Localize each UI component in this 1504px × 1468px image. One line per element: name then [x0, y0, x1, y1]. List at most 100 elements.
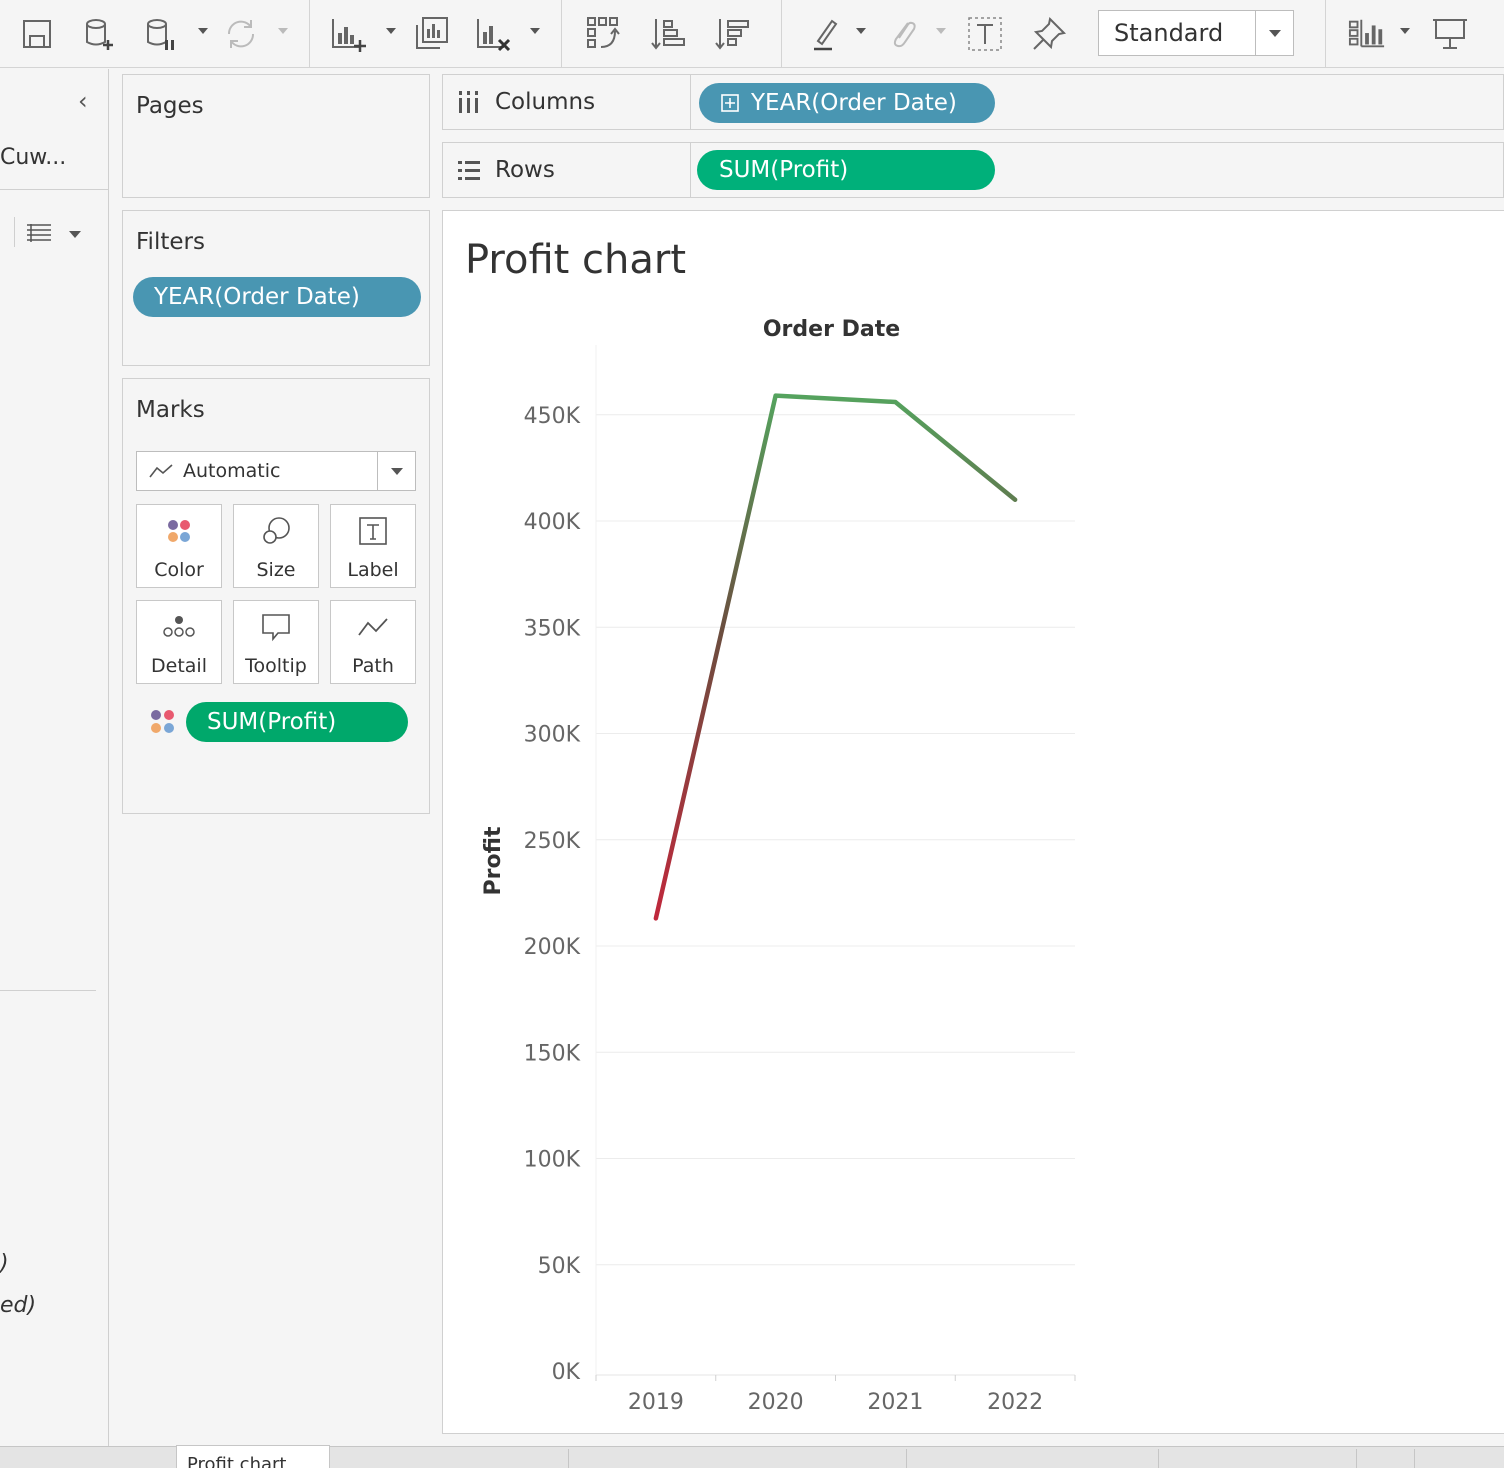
pane-divider — [0, 189, 108, 190]
toolbar-divider — [781, 0, 782, 68]
rows-pill-label: SUM(Profit) — [719, 157, 849, 183]
rows-pill-sum-profit[interactable]: SUM(Profit) — [697, 150, 995, 190]
path-button[interactable]: Path — [330, 600, 416, 684]
new-data-source-icon[interactable] — [81, 14, 119, 54]
tab-divider — [906, 1449, 907, 1468]
refresh-dropdown-caret[interactable] — [278, 28, 288, 34]
y-tick-label: 350K — [524, 616, 581, 641]
tab-divider — [568, 1449, 569, 1468]
rows-shelf-label-wrap: Rows — [443, 143, 691, 197]
y-tick-label: 100K — [524, 1148, 581, 1173]
filter-pill-label: YEAR(Order Date) — [154, 284, 360, 310]
pane-divider — [0, 990, 96, 991]
clear-sheet-icon[interactable] — [474, 14, 512, 54]
y-axis-title[interactable]: Profit — [481, 826, 506, 895]
marks-card: Marks — [122, 378, 430, 814]
sort-ascending-icon[interactable] — [650, 14, 688, 54]
color-pill-sum-profit[interactable]: SUM(Profit) — [186, 702, 408, 742]
toolbar-divider — [309, 0, 310, 68]
y-tick-label: 150K — [524, 1041, 581, 1066]
rows-icon — [458, 161, 480, 180]
data-point[interactable] — [653, 916, 658, 921]
color-pill-label: SUM(Profit) — [207, 709, 337, 735]
x-tick-label[interactable]: 2022 — [987, 1390, 1043, 1415]
field-name-fragment[interactable]: ed) — [0, 1293, 36, 1318]
chevron-down-icon[interactable] — [377, 452, 415, 490]
refresh-icon[interactable] — [222, 14, 260, 54]
group-members-icon[interactable] — [884, 14, 922, 54]
clear-sheet-dropdown-caret[interactable] — [530, 28, 540, 34]
size-button[interactable]: Size — [233, 504, 319, 588]
x-tick-label[interactable]: 2021 — [867, 1390, 923, 1415]
tab-divider — [1356, 1449, 1357, 1468]
pause-updates-icon[interactable] — [142, 14, 180, 54]
size-icon — [234, 515, 318, 547]
presentation-mode-icon[interactable] — [1431, 14, 1469, 54]
label-icon — [331, 515, 415, 547]
data-source-name[interactable]: Cuw... — [0, 145, 66, 170]
data-point[interactable] — [893, 400, 898, 405]
fix-axes-pin-icon[interactable] — [1030, 14, 1068, 54]
list-view-icon[interactable] — [26, 223, 52, 247]
detail-label: Detail — [151, 655, 207, 677]
show-me-dropdown-caret[interactable] — [1400, 28, 1410, 34]
x-tick-label[interactable]: 2019 — [628, 1390, 684, 1415]
show-mark-labels-icon[interactable] — [966, 14, 1004, 54]
fit-dropdown[interactable]: Standard — [1098, 10, 1294, 56]
save-icon[interactable] — [18, 14, 56, 54]
show-me-icon[interactable] — [1348, 14, 1386, 54]
size-label: Size — [256, 559, 296, 581]
label-button[interactable]: Label — [330, 504, 416, 588]
color-encoding-icon — [149, 708, 177, 740]
color-button[interactable]: Color — [136, 504, 222, 588]
rows-shelf[interactable]: Rows SUM(Profit) — [442, 142, 1504, 198]
chevron-down-icon[interactable] — [69, 231, 81, 238]
pane-toolbar-divider — [14, 217, 15, 247]
pages-card[interactable]: Pages — [122, 74, 430, 198]
columns-pill-year-order-date[interactable]: YEAR(Order Date) — [699, 83, 995, 123]
fit-dropdown-value: Standard — [1114, 19, 1224, 47]
new-worksheet-dropdown-caret[interactable] — [386, 28, 396, 34]
y-tick-label: 250K — [524, 829, 581, 854]
columns-pill-label: YEAR(Order Date) — [751, 90, 957, 116]
y-tick-label: 400K — [524, 510, 581, 535]
chevron-down-icon[interactable] — [1255, 11, 1293, 55]
x-axis-title[interactable]: Order Date — [763, 317, 900, 342]
new-worksheet-icon[interactable] — [329, 14, 367, 54]
data-point[interactable] — [773, 393, 778, 398]
highlight-icon[interactable] — [806, 14, 844, 54]
mark-type-dropdown[interactable]: Automatic — [136, 451, 416, 491]
sort-descending-icon[interactable] — [714, 14, 752, 54]
data-pane: ‹ Cuw... ) ed) — [0, 69, 109, 1447]
y-tick-label: 450K — [524, 404, 581, 429]
detail-button[interactable]: Detail — [136, 600, 222, 684]
y-tick-label: 0K — [552, 1360, 581, 1385]
rows-shelf-label: Rows — [495, 157, 555, 183]
columns-shelf-label-wrap: Columns — [443, 75, 691, 129]
pause-dropdown-caret[interactable] — [198, 28, 208, 34]
field-name-fragment[interactable]: ) — [0, 1251, 9, 1276]
expand-plus-icon[interactable] — [721, 94, 739, 112]
sheet-tab-active[interactable]: Profit chart — [176, 1445, 330, 1468]
sheet-tab-label: Profit chart — [187, 1454, 287, 1468]
viz-area[interactable]: 0K 50K 100K 150K 200K 250K 300K 350K 400K 450K 201… — [442, 210, 1504, 1434]
group-dropdown-caret[interactable] — [936, 28, 946, 34]
collapse-pane-icon[interactable]: ‹ — [78, 87, 88, 115]
columns-shelf[interactable]: Columns YEAR(Order Date) — [442, 74, 1504, 130]
viz-title: Profit chart — [465, 237, 687, 283]
columns-icon — [459, 91, 478, 113]
y-tick-label: 200K — [524, 935, 581, 960]
profit-line-chart: 0K 50K 100K 150K 200K 250K 300K 350K 400K 450K 201… — [481, 317, 1076, 1415]
highlight-dropdown-caret[interactable] — [856, 28, 866, 34]
swap-rows-columns-icon[interactable] — [585, 14, 623, 54]
detail-icon — [137, 611, 221, 643]
filters-card[interactable]: Filters YEAR(Order Date) — [122, 210, 430, 366]
filter-pill-year-order-date[interactable]: YEAR(Order Date) — [133, 277, 421, 317]
tooltip-button[interactable]: Tooltip — [233, 600, 319, 684]
line-mark-icon — [149, 464, 173, 478]
duplicate-sheet-icon[interactable] — [413, 14, 451, 54]
data-point[interactable] — [1013, 497, 1018, 502]
mark-type-value-wrap: Automatic — [137, 460, 377, 482]
x-tick-label[interactable]: 2020 — [748, 1390, 804, 1415]
path-label: Path — [352, 655, 394, 677]
